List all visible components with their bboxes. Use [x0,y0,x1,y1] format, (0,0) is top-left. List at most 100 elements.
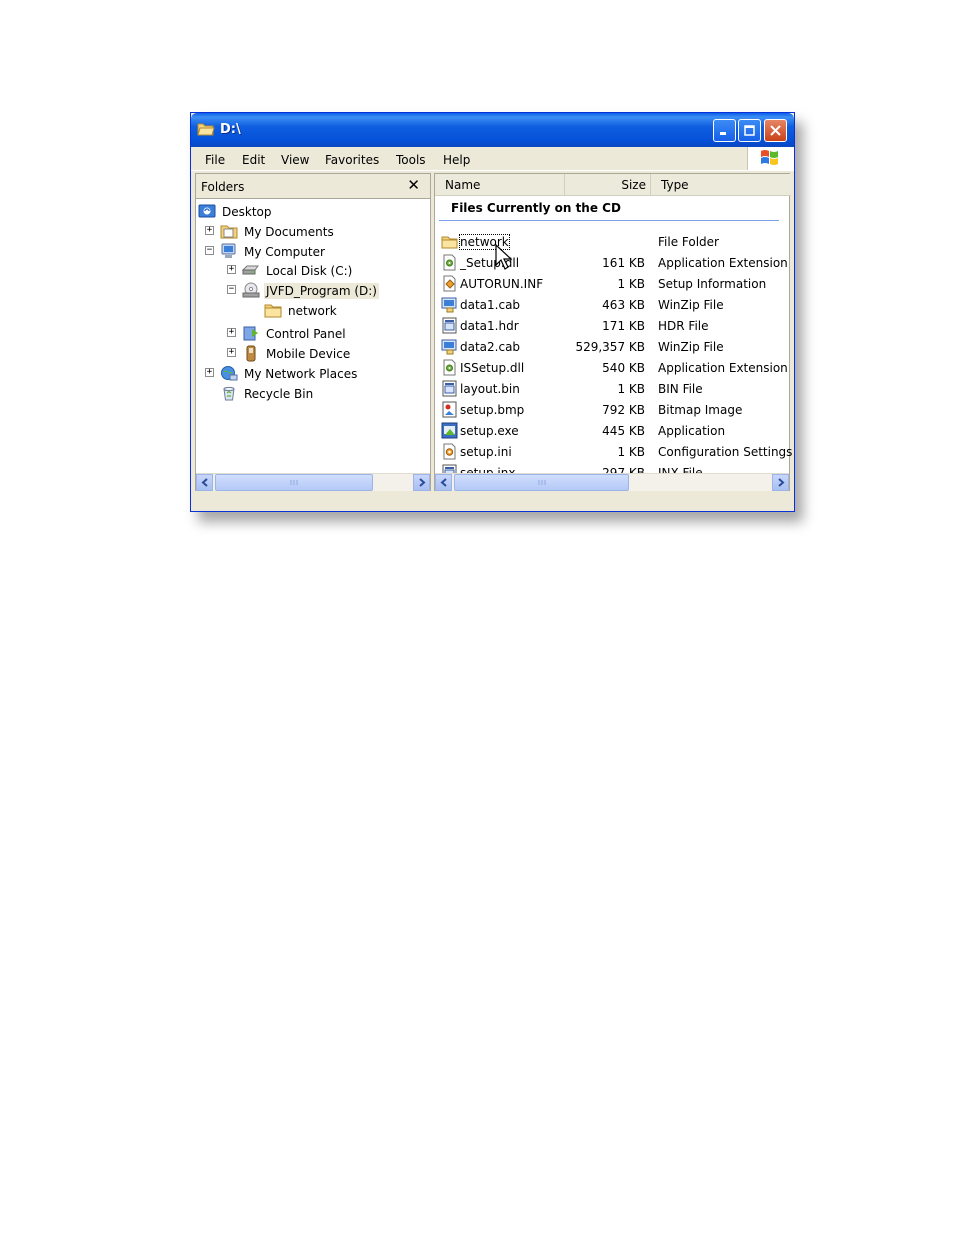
column-header-size[interactable]: Size [565,174,651,196]
file-type: BIN File [658,382,703,396]
explorer-window: D:\ File Edit View Favorites Tools Help … [190,112,795,512]
column-size-label: Size [621,178,646,192]
file-type: Bitmap Image [658,403,743,417]
collapse-toggle[interactable]: − [205,246,214,255]
file-size: 540 KB [602,361,645,375]
file-size: 161 KB [602,256,645,270]
close-button[interactable] [764,119,787,142]
tree-item-network-places[interactable]: My Network Places [220,364,359,383]
tree-item-my-documents[interactable]: My Documents [220,222,336,241]
file-row[interactable]: AUTORUN.INF 1 KB Setup Information [435,274,791,294]
maximize-icon [744,125,755,136]
tree-item-label: My Computer [244,244,325,259]
file-type: WinZip File [658,298,724,312]
scroll-right-button[interactable] [413,474,430,491]
expand-toggle[interactable]: + [227,328,236,337]
desktop-icon [198,204,216,218]
file-size: 171 KB [602,319,645,333]
menu-help[interactable]: Help [443,153,470,167]
tree-item-my-computer[interactable]: My Computer [220,242,327,261]
windows-flag-icon [761,150,778,165]
expand-toggle[interactable]: + [205,226,214,235]
file-type: HDR File [658,319,709,333]
scroll-thumb[interactable] [215,474,373,491]
tree-item-network[interactable]: network [264,301,339,320]
file-name: data1.hdr [460,319,519,333]
network-places-icon [221,366,238,381]
bitmap-icon [442,401,457,418]
file-row[interactable]: ISSetup.dll 540 KB Application Extension [435,358,791,378]
folder-icon [441,236,458,249]
file-type: Application Extension [658,361,788,375]
dll-icon [443,359,456,376]
menu-bar: File Edit View Favorites Tools Help [191,147,794,171]
file-name: setup.ini [460,445,512,459]
file-size: 1 KB [617,277,645,291]
file-name: data1.cab [460,298,521,312]
grip-icon [538,480,545,485]
tree-item-desktop[interactable]: Desktop [198,202,274,221]
column-header-name[interactable]: Name [435,174,565,196]
menu-favorites[interactable]: Favorites [325,153,379,167]
file-type: Setup Information [658,277,767,291]
file-row[interactable]: _Setup.dll 161 KB Application Extension [435,253,791,273]
minimize-icon [720,132,726,135]
folders-horizontal-scrollbar[interactable] [196,473,430,491]
collapse-toggle[interactable]: − [227,285,236,294]
folders-title: Folders [201,180,245,194]
tree-item-label: Recycle Bin [244,386,314,401]
file-row[interactable]: data1.hdr 171 KB HDR File [435,316,791,336]
setup-info-icon [443,275,456,292]
scroll-left-button[interactable] [196,474,213,491]
minimize-button[interactable] [713,119,736,142]
config-settings-icon [443,443,456,460]
file-type: Configuration Settings [658,445,793,459]
column-type-label: Type [661,178,689,192]
files-horizontal-scrollbar[interactable] [435,473,789,491]
winzip-icon [441,297,457,313]
menu-file[interactable]: File [205,153,225,167]
file-row[interactable]: setup.ini 1 KB Configuration Settings [435,442,793,462]
file-size: 529,357 KB [575,340,645,354]
tree-item-mobile-device[interactable]: Mobile Device [242,344,352,363]
tree-item-cd-drive[interactable]: JVFD_Program (D:) [242,281,379,300]
tree-item-label: My Documents [244,224,334,239]
recycle-bin-icon [223,386,235,401]
cd-drive-icon [242,282,260,298]
file-name: data2.cab [460,340,521,354]
file-row[interactable]: data1.cab 463 KB WinZip File [435,295,791,315]
scroll-right-button[interactable] [772,474,789,491]
folder-icon [264,304,282,318]
tree-item-local-disk[interactable]: Local Disk (C:) [242,261,354,280]
file-row[interactable]: network File Folder [435,232,791,252]
menu-view[interactable]: View [281,153,309,167]
scroll-left-button[interactable] [435,474,452,491]
menu-edit[interactable]: Edit [242,153,265,167]
column-name-label: Name [445,178,481,192]
menu-tools[interactable]: Tools [396,153,426,167]
mouse-pointer-icon [495,244,513,270]
column-header-type[interactable]: Type [651,174,791,196]
maximize-button[interactable] [738,119,761,142]
my-documents-icon [220,225,238,239]
file-row[interactable]: setup.bmp 792 KB Bitmap Image [435,400,791,420]
expand-toggle[interactable]: + [205,368,214,377]
expand-toggle[interactable]: + [227,265,236,274]
scroll-thumb[interactable] [454,474,629,491]
file-row[interactable]: setup.exe 445 KB Application [435,421,791,441]
file-name: setup.exe [460,424,519,438]
group-header: Files Currently on the CD [439,200,779,221]
file-row[interactable]: layout.bin 1 KB BIN File [435,379,791,399]
chevron-left-icon [439,478,447,487]
tree-item-label: My Network Places [244,366,358,381]
folders-close-icon[interactable]: ✕ [407,176,420,194]
expand-toggle[interactable]: + [227,348,236,357]
title-bar[interactable]: D:\ [191,113,794,147]
file-size: 445 KB [602,424,645,438]
tree-item-control-panel[interactable]: Control Panel [242,324,348,343]
file-row[interactable]: data2.cab 529,357 KB WinZip File [435,337,791,357]
tree-item-recycle-bin[interactable]: Recycle Bin [220,384,315,403]
file-type: WinZip File [658,340,724,354]
chevron-right-icon [777,478,785,487]
generic-file-icon [442,380,457,397]
